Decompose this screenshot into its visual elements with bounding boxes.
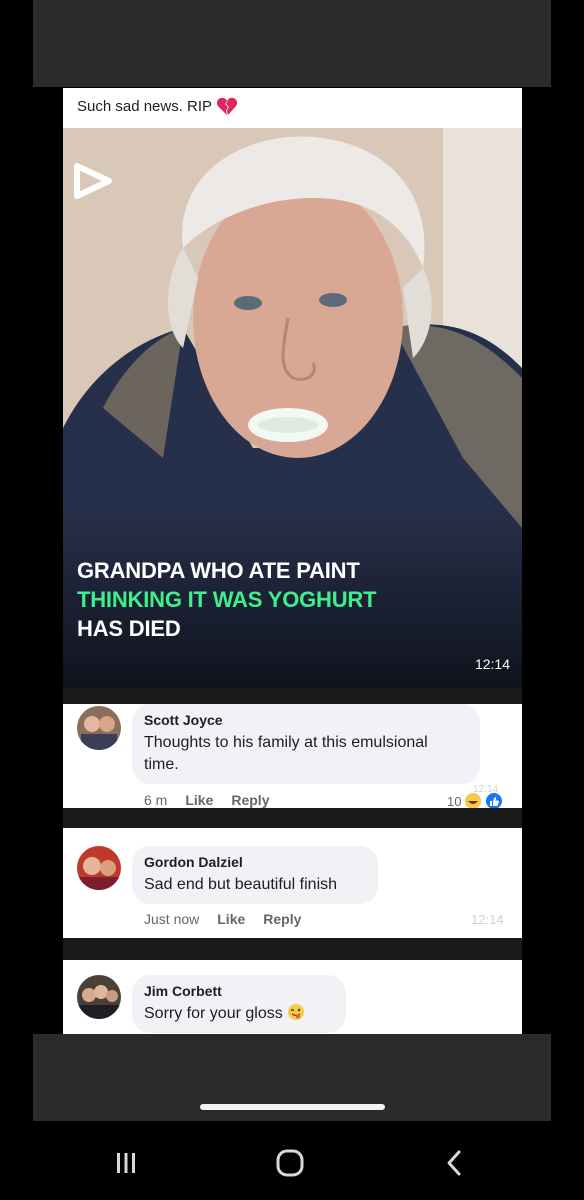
- commenter-name[interactable]: Jim Corbett: [144, 983, 334, 999]
- reaction-number: 10: [447, 793, 462, 809]
- play-logo-icon: [74, 163, 112, 199]
- home-icon: [276, 1149, 304, 1177]
- broken-heart-icon: [217, 97, 238, 116]
- headline-line-1: GRANDPA WHO ATE PAINT: [77, 558, 360, 583]
- avatar[interactable]: [77, 706, 121, 750]
- comment-bubble: Jim Corbett Sorry for your gloss: [132, 975, 346, 1033]
- headline-line-2: THINKING IT WAS YOGHURT: [77, 587, 377, 612]
- comment-time: Just now: [144, 911, 200, 927]
- comment-text: Sorry for your gloss: [144, 1003, 334, 1025]
- comment-time: 6 m: [144, 792, 168, 808]
- post-caption: Such sad news. RIP: [77, 96, 238, 116]
- comment-gordon-dalziel: Gordon Dalziel Sad end but beautiful fin…: [63, 828, 522, 938]
- recent-apps-button[interactable]: [106, 1145, 146, 1181]
- comment-bubble: Gordon Dalziel Sad end but beautiful fin…: [132, 846, 378, 904]
- home-indicator[interactable]: [200, 1104, 385, 1110]
- headline-line-3: HAS DIED: [77, 616, 181, 641]
- screenshot-top-band: [33, 0, 551, 87]
- comment-actions: 6 m Like Reply: [144, 792, 269, 808]
- comment-text: Sad end but beautiful finish: [144, 876, 338, 893]
- divider-band: [63, 938, 522, 960]
- recent-apps-icon: [117, 1153, 135, 1173]
- avatar[interactable]: [77, 975, 121, 1019]
- post-caption-text: Such sad news. RIP: [77, 97, 213, 115]
- reply-button[interactable]: Reply: [231, 792, 269, 808]
- back-icon: [447, 1150, 461, 1176]
- comment-jim-corbett: Jim Corbett Sorry for your gloss: [63, 960, 522, 1034]
- commenter-name[interactable]: Scott Joyce: [144, 712, 468, 728]
- winking-tongue-emoji-icon: [288, 1004, 305, 1020]
- comment-actions: Just now Like Reply: [144, 911, 301, 927]
- video-thumbnail[interactable]: GRANDPA WHO ATE PAINT THINKING IT WAS YO…: [63, 128, 522, 688]
- comment-text-content: Sorry for your gloss: [144, 1005, 283, 1022]
- reply-button[interactable]: Reply: [263, 911, 301, 927]
- like-button[interactable]: Like: [185, 792, 213, 808]
- comment-text-line-2: time.: [144, 756, 179, 773]
- video-timestamp: 12:14: [474, 656, 510, 672]
- home-button[interactable]: [270, 1145, 310, 1181]
- video-headline: GRANDPA WHO ATE PAINT THINKING IT WAS YO…: [77, 556, 377, 643]
- back-button[interactable]: [434, 1145, 474, 1181]
- faded-timestamp: 12:14: [471, 912, 504, 927]
- system-nav-bar: [0, 1121, 584, 1200]
- commenter-name[interactable]: Gordon Dalziel: [144, 854, 366, 870]
- comment-text-line-1: Thoughts to his family at this emulsiona…: [144, 734, 428, 751]
- divider-band: [63, 808, 522, 828]
- comment-bubble: Scott Joyce Thoughts to his family at th…: [132, 704, 480, 784]
- like-button[interactable]: Like: [217, 911, 245, 927]
- avatar[interactable]: [77, 846, 121, 890]
- facebook-post: Such sad news. RIP GRANDPA WHO ATE PAINT…: [63, 88, 522, 1034]
- comment-scott-joyce: Scott Joyce Thoughts to his family at th…: [63, 704, 522, 809]
- divider-band: [63, 688, 522, 704]
